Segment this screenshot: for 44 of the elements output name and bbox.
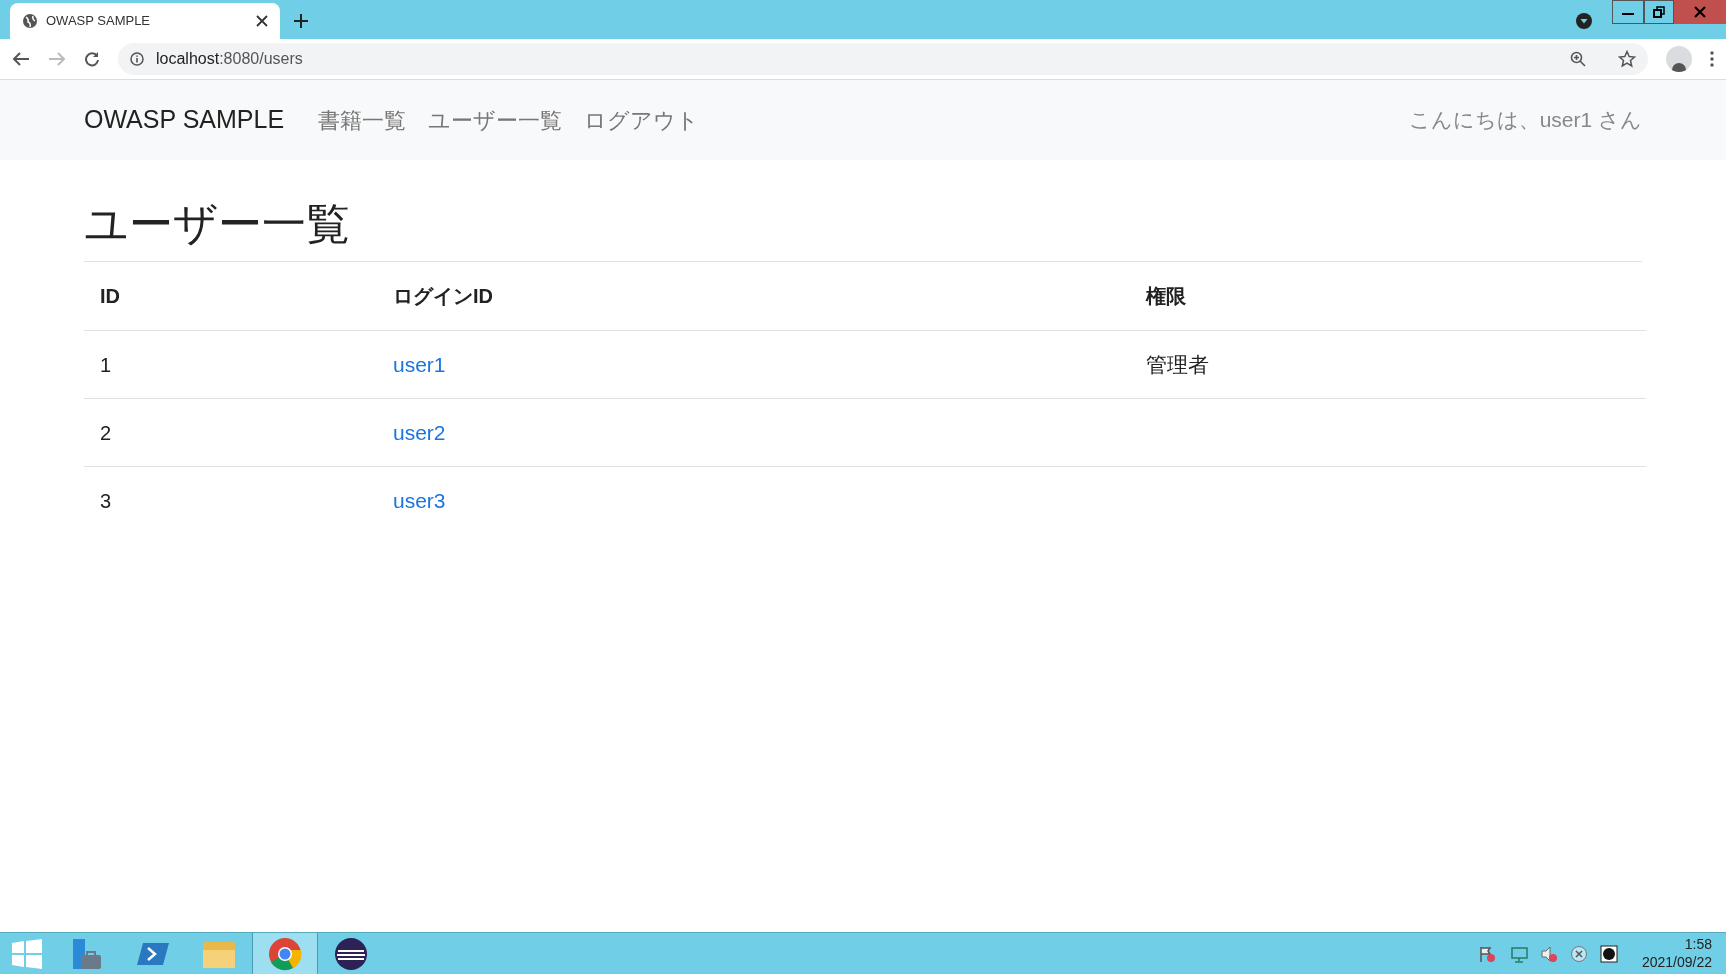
url-text: localhost:8080/users bbox=[156, 49, 304, 69]
column-header: ID bbox=[84, 261, 377, 331]
globe-icon bbox=[22, 13, 38, 29]
table-cell: 3 bbox=[84, 466, 377, 535]
menu-icon[interactable] bbox=[1710, 51, 1714, 67]
address-bar[interactable]: localhost:8080/users bbox=[118, 43, 1648, 75]
table-cell: 2 bbox=[84, 398, 377, 467]
table-cell: 1 bbox=[84, 330, 377, 399]
back-arrow-icon[interactable] bbox=[12, 51, 30, 67]
minimize-button[interactable] bbox=[1612, 0, 1644, 24]
cancel-circle-icon bbox=[1569, 944, 1588, 963]
restore-icon bbox=[1653, 6, 1665, 18]
star-icon[interactable] bbox=[1618, 50, 1636, 68]
windows-logo-icon bbox=[12, 938, 42, 969]
flag-error-icon bbox=[1477, 944, 1496, 963]
page-heading: ユーザー一覧 bbox=[84, 198, 1642, 262]
profile-dropdown-icon[interactable] bbox=[1576, 13, 1592, 29]
clock-date: 2021/09/22 bbox=[1641, 953, 1712, 971]
reload-icon[interactable] bbox=[84, 51, 100, 67]
speaker-muted-icon bbox=[1539, 944, 1558, 963]
zoom-icon[interactable] bbox=[1570, 51, 1586, 67]
user-link[interactable]: user3 bbox=[393, 489, 446, 513]
brand-link[interactable]: OWASP SAMPLE bbox=[84, 101, 285, 139]
nav-link[interactable]: ログアウト bbox=[584, 103, 700, 137]
clock-time: 1:58 bbox=[1684, 936, 1712, 954]
new-tab-icon[interactable] bbox=[294, 14, 308, 28]
profile-avatar[interactable] bbox=[1666, 46, 1692, 72]
restore-button[interactable] bbox=[1644, 0, 1674, 24]
close-icon bbox=[1694, 6, 1706, 18]
nav-link[interactable]: ユーザー一覧 bbox=[428, 103, 563, 137]
info-icon bbox=[130, 52, 144, 66]
column-header: 権限 bbox=[1130, 261, 1646, 331]
table-cell: 管理者 bbox=[1146, 353, 1209, 377]
greeting-text: こんにちは、user1 さん bbox=[1408, 107, 1642, 134]
browser-tab[interactable]: OWASP SAMPLE bbox=[10, 3, 280, 39]
eclipse-icon bbox=[333, 936, 368, 971]
chrome-icon bbox=[268, 936, 302, 971]
user-link[interactable]: user2 bbox=[393, 421, 446, 445]
nav-link[interactable]: 書籍一覧 bbox=[318, 103, 407, 137]
tab-title: OWASP SAMPLE bbox=[46, 12, 152, 31]
close-icon[interactable] bbox=[256, 15, 268, 27]
column-header: ログインID bbox=[377, 261, 1130, 331]
user-link[interactable]: user1 bbox=[393, 353, 446, 377]
close-window-button[interactable] bbox=[1674, 0, 1726, 24]
